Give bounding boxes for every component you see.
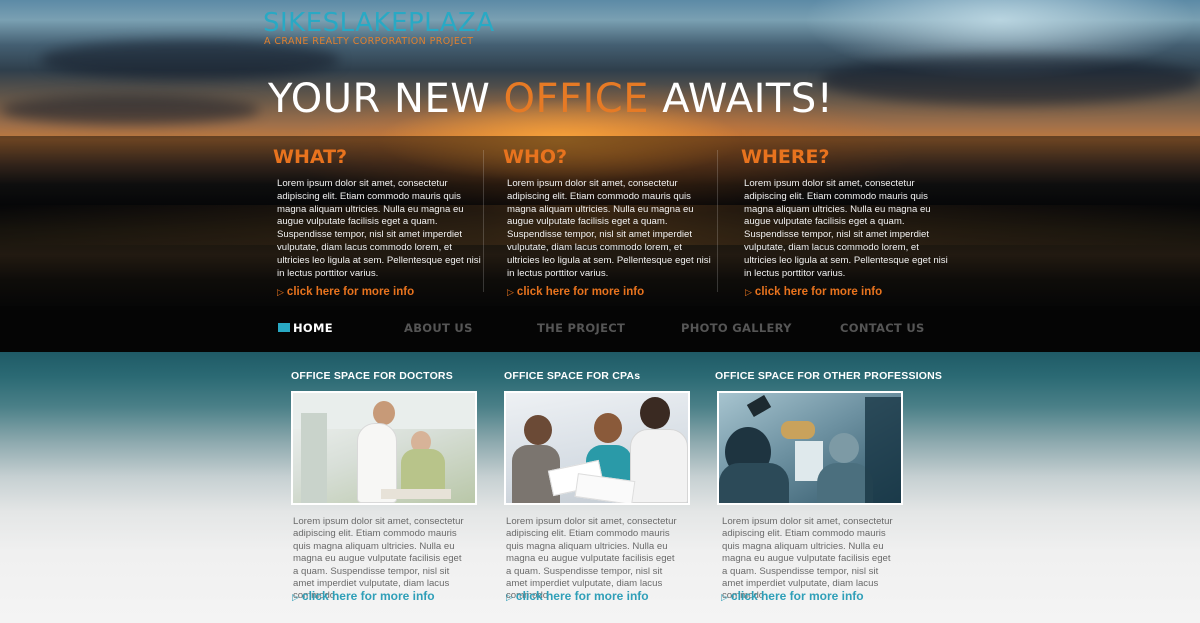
card-more-label: click here for more info <box>730 589 864 603</box>
card-heading: OFFICE SPACE FOR CPAs <box>504 370 641 382</box>
chevron-right-icon: ▷ <box>745 287 752 298</box>
more-info-link[interactable]: ▷ click here for more info <box>277 286 414 298</box>
nav-item-photo-gallery[interactable]: PHOTO GALLERY <box>681 321 792 335</box>
office-workers-photo[interactable] <box>717 391 903 505</box>
business-meeting-photo[interactable] <box>504 391 690 505</box>
card-cpas: OFFICE SPACE FOR CPAs <box>504 370 704 382</box>
main-navigation: HOME ABOUT US THE PROJECT PHOTO GALLERY … <box>0 306 1200 352</box>
doctor-with-patient-photo[interactable] <box>291 391 477 505</box>
card-more-label: click here for more info <box>301 589 435 603</box>
dark-cloud <box>820 55 1200 105</box>
chevron-right-icon: ▷ <box>507 287 514 298</box>
card-other-professions: OFFICE SPACE FOR OTHER PROFESSIONS <box>715 370 943 382</box>
nav-item-contact-us[interactable]: CONTACT US <box>840 321 925 335</box>
card-heading: OFFICE SPACE FOR OTHER PROFESSIONS <box>715 370 943 382</box>
dark-cloud <box>0 95 260 125</box>
site-logo-title[interactable]: SIKESLAKEPLAZA <box>263 8 495 38</box>
column-divider <box>717 150 718 292</box>
info-column-who: WHO? Lorem ipsum dolor sit amet, consect… <box>503 146 713 300</box>
nav-item-the-project[interactable]: THE PROJECT <box>537 321 625 335</box>
more-info-link[interactable]: ▷ click here for more info <box>745 286 882 298</box>
more-info-label: click here for more info <box>516 286 645 299</box>
headline-part-2: AWAITS! <box>648 76 834 122</box>
chevron-right-icon: ▷ <box>721 592 728 602</box>
chevron-right-icon: ▷ <box>277 287 284 298</box>
nav-item-home[interactable]: HOME <box>278 321 333 335</box>
column-body: Lorem ipsum dolor sit amet, consectetur … <box>277 178 481 279</box>
column-body: Lorem ipsum dolor sit amet, consectetur … <box>744 178 948 279</box>
info-column-where: WHERE? Lorem ipsum dolor sit amet, conse… <box>741 146 951 300</box>
nav-item-about-us[interactable]: ABOUT US <box>404 321 473 335</box>
column-body: Lorem ipsum dolor sit amet, consectetur … <box>507 178 711 279</box>
card-heading: OFFICE SPACE FOR DOCTORS <box>291 370 453 382</box>
home-marker-icon <box>278 323 290 332</box>
column-heading: WHO? <box>503 146 568 168</box>
hero-headline: YOUR NEW OFFICE AWAITS! <box>268 76 833 122</box>
more-info-label: click here for more info <box>754 286 883 299</box>
headline-accent: OFFICE <box>503 76 649 122</box>
chevron-right-icon: ▷ <box>506 592 513 602</box>
card-more-info-link[interactable]: ▷ click here for more info <box>292 589 435 603</box>
site-logo-subtitle: A CRANE REALTY CORPORATION PROJECT <box>264 36 474 47</box>
headline-part-1: YOUR NEW <box>268 76 504 122</box>
more-info-link[interactable]: ▷ click here for more info <box>507 286 644 298</box>
column-divider <box>483 150 484 292</box>
card-more-info-link[interactable]: ▷ click here for more info <box>506 589 649 603</box>
card-more-label: click here for more info <box>515 589 649 603</box>
card-more-info-link[interactable]: ▷ click here for more info <box>721 589 864 603</box>
nav-label: HOME <box>293 321 333 335</box>
column-heading: WHAT? <box>273 146 348 168</box>
card-doctors: OFFICE SPACE FOR DOCTORS <box>291 370 491 382</box>
more-info-label: click here for more info <box>286 286 415 299</box>
info-column-what: WHAT? Lorem ipsum dolor sit amet, consec… <box>273 146 483 300</box>
chevron-right-icon: ▷ <box>292 592 299 602</box>
column-heading: WHERE? <box>741 146 830 168</box>
